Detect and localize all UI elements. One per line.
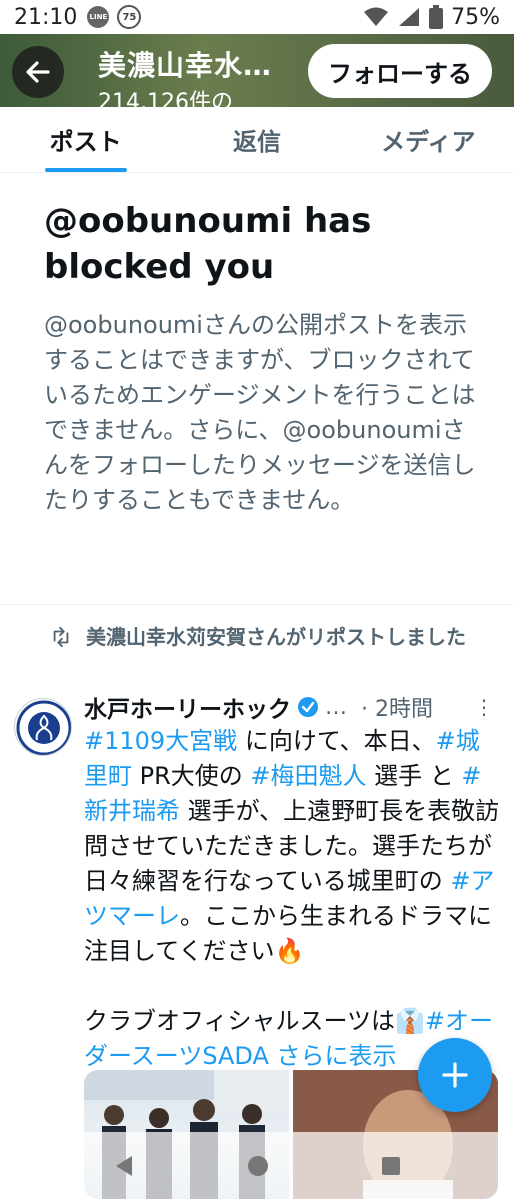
- clock: 21:10: [14, 4, 78, 30]
- hashtag-link[interactable]: #1109大宮戦: [84, 727, 237, 755]
- compose-button[interactable]: [418, 1038, 492, 1112]
- battery-icon: [429, 5, 444, 29]
- author-name[interactable]: 水戸ホーリーホック: [84, 690, 291, 724]
- tweet-text-main: #1109大宮戦 に向けて、本日、#城里町 PR大使の #梅田魁人 選手 と #…: [84, 727, 499, 965]
- blocked-heading: @oobunoumi has blocked you: [44, 201, 372, 287]
- line-app-icon: LINE: [87, 6, 110, 28]
- repost-context[interactable]: 美濃山幸水苅安賀さんがリポストしました: [50, 622, 500, 652]
- profile-name: 美濃山幸水…: [98, 49, 273, 82]
- tweet-text-segment: PR大使の: [132, 762, 251, 790]
- avatar[interactable]: [14, 698, 72, 756]
- tweet-text-segment: に向けて、本日、: [237, 727, 436, 755]
- back-triangle-icon[interactable]: [112, 1154, 136, 1178]
- blocked-description: @oobunoumiさんの公開ポストを表示することはできますが、ブロックされてい…: [44, 311, 476, 514]
- club-crest-icon: [16, 700, 71, 755]
- back-button[interactable]: [12, 46, 64, 98]
- arrow-left-icon: [26, 61, 50, 83]
- system-nav-bar: [0, 1132, 514, 1199]
- tab-label: ポスト: [49, 128, 122, 156]
- tweet-text: #1109大宮戦 に向けて、本日、#城里町 PR大使の #梅田魁人 選手 と #…: [84, 724, 502, 1074]
- tab-label: 返信: [232, 128, 281, 156]
- tweet-timestamp[interactable]: · 2時間: [361, 691, 433, 723]
- wifi-icon: [364, 7, 389, 26]
- notification-count-icon: 75: [117, 5, 142, 29]
- hashtag-link[interactable]: さらに表示: [269, 1042, 397, 1070]
- status-icons: 75%: [363, 5, 500, 30]
- home-circle-icon[interactable]: [246, 1154, 270, 1178]
- follow-button[interactable]: フォローする: [308, 44, 492, 98]
- repost-icon: [53, 626, 69, 648]
- tweet-text-segment: クラブオフィシャルスーツは👔: [84, 1007, 425, 1035]
- divider: [0, 604, 514, 605]
- battery-percent: 75%: [451, 4, 500, 30]
- status-bar: 21:10 LINE 75 75%: [0, 0, 514, 34]
- profile-tabs: ポスト 返信 メディア: [0, 107, 514, 173]
- active-tab-indicator: [44, 168, 127, 172]
- blocked-notice: @oobunoumi has blocked you @oobunoumiさんの…: [44, 198, 484, 518]
- tab-label: メディア: [381, 128, 476, 156]
- signal-icon: [399, 8, 420, 26]
- recents-square-icon[interactable]: [380, 1155, 402, 1177]
- profile-header: 美濃山幸水… 214,126件の フォローする: [0, 34, 514, 107]
- tab-media[interactable]: メディア: [343, 107, 514, 172]
- more-vertical-icon[interactable]: ⋮: [474, 695, 494, 719]
- tab-posts[interactable]: ポスト: [0, 107, 171, 172]
- plus-icon: [442, 1062, 468, 1088]
- verified-badge-icon: [298, 697, 318, 717]
- repost-text: 美濃山幸水苅安賀さんがリポストしました: [86, 625, 466, 649]
- post-count: 214,126件の: [98, 90, 233, 107]
- tab-replies[interactable]: 返信: [171, 107, 342, 172]
- author-handle: …: [325, 694, 347, 720]
- hashtag-link[interactable]: #梅田魁人: [250, 762, 366, 790]
- tweet-text-segment: 選手 と: [366, 762, 462, 790]
- tweet-header: 水戸ホーリーホック … · 2時間 ⋮: [84, 690, 504, 724]
